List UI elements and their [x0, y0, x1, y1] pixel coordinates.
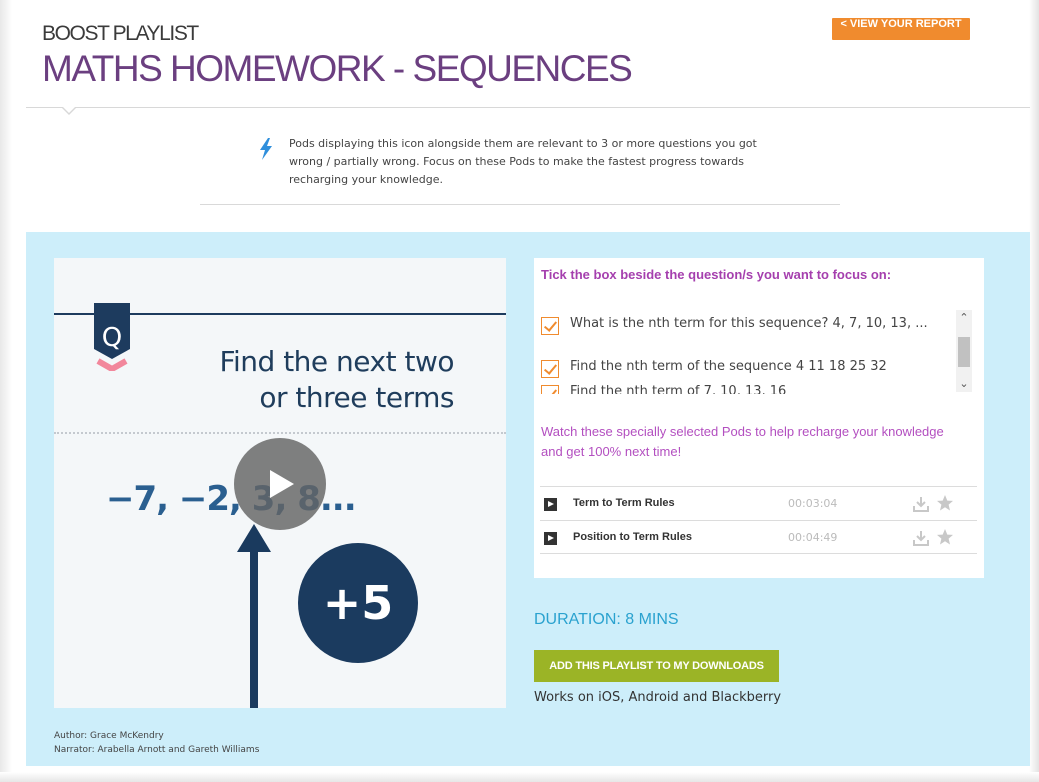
info-text: Pods displaying this icon alongside them… — [289, 137, 757, 186]
download-icon[interactable] — [912, 495, 930, 513]
question-item[interactable]: What is the nth term for this sequence? … — [541, 315, 941, 335]
video-player[interactable]: Q Find the next two or three terms −7, −… — [54, 258, 506, 708]
pod-row[interactable]: Term to Term Rules 00:03:04 — [540, 486, 977, 520]
author-credit: Author: Grace McKendry — [54, 731, 164, 741]
question-text: Find the nth term of the sequence 4 11 1… — [570, 359, 887, 374]
page-shadow-bottom — [0, 772, 1039, 782]
pod-row[interactable]: Position to Term Rules 00:04:49 — [540, 520, 977, 554]
video-title-line-2: or three terms — [259, 381, 454, 414]
download-icon[interactable] — [912, 529, 930, 547]
up-arrow-shaft — [250, 546, 258, 708]
scroll-down-icon[interactable]: ⌄ — [956, 376, 972, 392]
question-list-scrollbar[interactable]: ⌃ ⌄ — [956, 310, 972, 392]
pod-duration: 00:04:49 — [788, 531, 838, 544]
question-item[interactable]: Find the nth term of 7, 10, 13, 16 — [541, 383, 941, 394]
question-text: What is the nth term for this sequence? … — [570, 316, 928, 331]
page-title: MATHS HOMEWORK - SEQUENCES — [42, 48, 633, 89]
star-icon[interactable] — [936, 528, 954, 546]
header-divider — [26, 107, 1030, 108]
focus-card: Tick the box beside the question/s you w… — [534, 258, 984, 578]
pod-list: Term to Term Rules 00:03:04 Position to … — [540, 486, 977, 554]
video-credits: Author: Grace McKendry Narrator: Arabell… — [54, 729, 259, 757]
info-note: Pods displaying this icon alongside them… — [258, 135, 778, 189]
questions-heading: Tick the box beside the question/s you w… — [541, 267, 892, 282]
header-caret-inner — [62, 106, 76, 113]
pod-name[interactable]: Term to Term Rules — [573, 497, 675, 509]
play-button[interactable] — [234, 438, 326, 530]
view-report-button[interactable]: < VIEW YOUR REPORT — [832, 18, 970, 40]
video-title-line-1: Find the next two — [219, 345, 454, 378]
watch-pods-text: Watch these specially selected Pods to h… — [541, 424, 944, 459]
view-report-label: < VIEW YOUR REPORT — [840, 18, 962, 30]
play-icon — [270, 470, 294, 498]
question-checkbox[interactable] — [541, 360, 559, 378]
narrator-credit: Narrator: Arabella Arnott and Gareth Wil… — [54, 745, 260, 755]
page-shadow-right — [1029, 0, 1039, 782]
lightning-bolt-icon — [260, 138, 272, 160]
pod-play-icon[interactable] — [544, 532, 557, 545]
pod-play-icon[interactable] — [544, 498, 557, 511]
question-checkbox[interactable] — [541, 385, 559, 394]
star-icon[interactable] — [936, 494, 954, 512]
playlist-duration: DURATION: 8 MINS — [534, 611, 679, 628]
page-header: BOOST PLAYLIST MATHS HOMEWORK - SEQUENCE… — [42, 22, 633, 90]
step-circle: +5 — [298, 543, 418, 663]
page-shadow-left — [0, 0, 12, 782]
question-list[interactable]: What is the nth term for this sequence? … — [534, 306, 977, 394]
page-kicker: BOOST PLAYLIST — [42, 22, 199, 45]
question-text: Find the nth term of 7, 10, 13, 16 — [570, 384, 787, 394]
question-badge-letter: Q — [101, 323, 123, 353]
pod-name[interactable]: Position to Term Rules — [573, 531, 692, 543]
video-slide-title: Find the next two or three terms — [219, 344, 454, 416]
platform-support-text: Works on iOS, Android and Blackberry — [534, 690, 782, 705]
add-to-downloads-button[interactable]: ADD THIS PLAYLIST TO MY DOWNLOADS — [534, 650, 779, 682]
scroll-up-icon[interactable]: ⌃ — [956, 310, 972, 326]
question-item[interactable]: Find the nth term of the sequence 4 11 1… — [541, 358, 941, 378]
video-dotted-divider — [54, 432, 506, 434]
scrollbar-thumb[interactable] — [958, 337, 970, 367]
pod-duration: 00:03:04 — [788, 497, 838, 510]
info-divider — [200, 204, 840, 205]
question-checkbox[interactable] — [541, 317, 559, 335]
